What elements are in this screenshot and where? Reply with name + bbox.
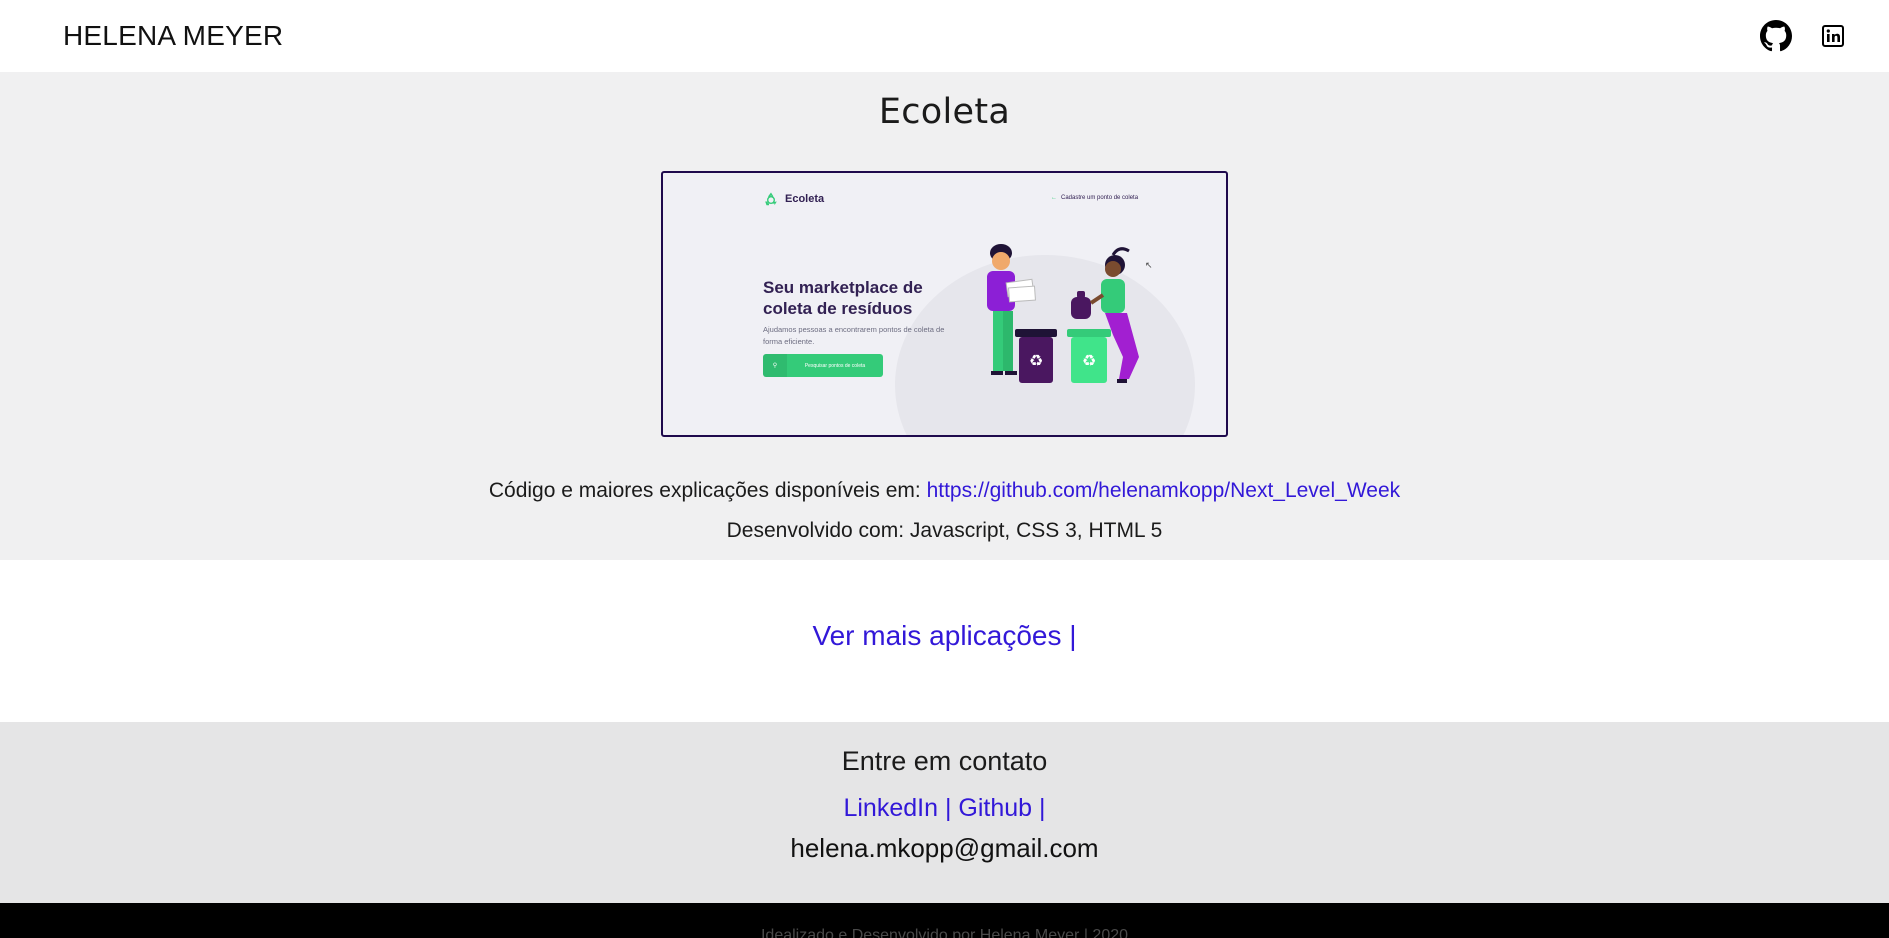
recycle-icon (765, 192, 777, 206)
page-footer: Idealizado e Desenvolvido por Helena Mey… (0, 903, 1889, 938)
svg-text:♻: ♻ (1082, 351, 1096, 370)
more-apps-section: Ver mais aplicações | (0, 560, 1889, 722)
contact-separator: | (1032, 794, 1046, 822)
code-info: Código e maiores explicações disponíveis… (0, 478, 1889, 504)
project-section: Ecoleta Ecoleta ← Cadastre um ponto de co… (0, 72, 1889, 560)
preview-headline: Seu marketplace de coleta de resíduos (763, 278, 923, 318)
preview-search-button: ⚲ Pesquisar pontos de coleta (763, 354, 883, 377)
preview-logo-text: Ecoleta (785, 193, 825, 205)
github-icon[interactable] (1760, 20, 1792, 52)
contact-title: Entre em contato (841, 746, 1048, 776)
preview-nav-link: ← Cadastre um ponto de coleta (1051, 195, 1138, 201)
preview-nav-link-text: Cadastre um ponto de coleta (1061, 195, 1139, 201)
contact-section: Entre em contato LinkedIn | Github | hel… (0, 722, 1889, 903)
project-title: Ecoleta (878, 92, 1011, 132)
more-apps-link[interactable]: Ver mais aplicações | (812, 620, 1076, 651)
social-links (1760, 20, 1844, 52)
footer-credit: Idealizado e Desenvolvido por Helena Mey… (760, 927, 1129, 938)
top-navbar: HELENA MEYER (0, 0, 1889, 72)
preview-logo: Ecoleta (763, 191, 824, 207)
code-info-label: Código e maiores explicações disponíveis… (488, 479, 921, 502)
preview-subtext: Ajudamos pessoas a encontrarem pontos de… (763, 325, 945, 346)
tech-stack: Desenvolvido com: Javascript, CSS 3, HTM… (726, 519, 1163, 542)
arrow-left-icon: ← (1051, 195, 1057, 201)
github-link[interactable]: Github (958, 794, 1032, 822)
svg-text:♻: ♻ (1029, 351, 1043, 370)
search-icon: ⚲ (763, 354, 787, 377)
project-screenshot[interactable]: Ecoleta ← Cadastre um ponto de coleta Seu… (661, 171, 1228, 437)
contact-email[interactable]: helena.mkopp@gmail.com (0, 833, 1889, 864)
recycling-illustration: ♻ ♻ (987, 244, 1139, 383)
contact-links: LinkedIn | Github | (0, 794, 1889, 823)
linkedin-link[interactable]: LinkedIn (843, 794, 938, 822)
repository-link[interactable]: https://github.com/helenamkopp/Next_Leve… (927, 479, 1401, 502)
preview-search-button-label: Pesquisar pontos de coleta (804, 362, 866, 369)
linkedin-icon[interactable] (1822, 25, 1844, 47)
contact-separator: | (938, 794, 952, 822)
brand-name[interactable]: HELENA MEYER (63, 20, 283, 52)
